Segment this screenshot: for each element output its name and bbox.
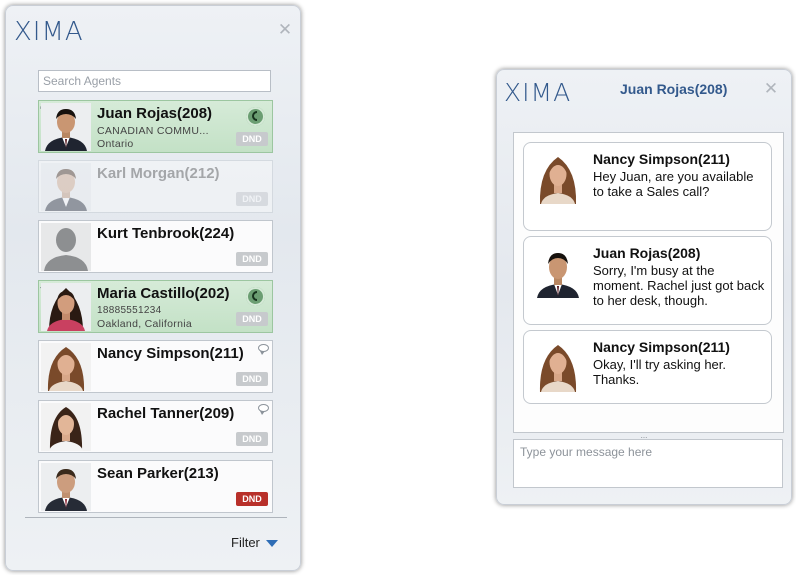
chat-icon[interactable] xyxy=(258,404,269,415)
agent-card-rachel-tanner[interactable]: Rachel Tanner(209) DND xyxy=(38,400,273,453)
agent-name: Sean Parker(213) xyxy=(97,465,219,482)
chat-icon[interactable] xyxy=(258,344,269,355)
agent-name: Maria Castillo(202) xyxy=(97,285,230,302)
dnd-button[interactable]: DND xyxy=(236,252,268,266)
dnd-button[interactable]: DND xyxy=(236,432,268,446)
phone-icon[interactable] xyxy=(246,107,265,126)
agent-detail: CANADIAN COMMU... xyxy=(97,125,209,137)
avatar xyxy=(41,163,91,211)
avatar xyxy=(41,283,91,331)
avatar xyxy=(534,340,582,392)
agent-card-karl-morgan[interactable]: Karl Morgan(212) DND xyxy=(38,160,273,213)
avatar xyxy=(41,463,91,511)
agent-name: Rachel Tanner(209) xyxy=(97,405,235,422)
dnd-button[interactable]: DND xyxy=(236,492,268,506)
message-sender: Juan Rojas(208) xyxy=(593,245,701,261)
agent-name: Nancy Simpson(211) xyxy=(97,345,244,362)
message-input-field[interactable] xyxy=(513,439,783,488)
avatar xyxy=(41,103,91,151)
xima-logo: XIMA xyxy=(14,17,84,47)
avatar xyxy=(41,343,91,391)
phone-icon[interactable] xyxy=(246,287,265,306)
search-agents-field[interactable] xyxy=(38,70,271,92)
agent-name: Kurt Tenbrook(224) xyxy=(97,225,235,242)
message-text: Sorry, I'm busy at the moment. Rachel ju… xyxy=(593,263,765,308)
chat-message: Nancy Simpson(211) Okay, I'll try asking… xyxy=(523,330,772,404)
agents-panel: XIMA ✕ ➡ Juan Rojas(208) CANADIAN COMMU.… xyxy=(5,5,301,571)
chat-message: Juan Rojas(208) Sorry, I'm busy at the m… xyxy=(523,236,772,325)
agent-card-sean-parker[interactable]: Sean Parker(213) DND xyxy=(38,460,273,513)
chat-history[interactable]: Nancy Simpson(211) Hey Juan, are you ava… xyxy=(513,132,784,433)
chat-title: Juan Rojas(208) xyxy=(620,81,728,97)
avatar xyxy=(534,246,582,298)
dnd-button[interactable]: DND xyxy=(236,372,268,386)
message-input[interactable] xyxy=(514,440,782,487)
agent-location: Ontario xyxy=(97,138,134,150)
agent-location: Oakland, California xyxy=(97,318,192,330)
agent-name: Juan Rojas(208) xyxy=(97,105,213,122)
message-text: Okay, I'll try asking her. Thanks. xyxy=(593,357,727,387)
agent-card-kurt-tenbrook[interactable]: Kurt Tenbrook(224) DND xyxy=(38,220,273,273)
message-sender: Nancy Simpson(211) xyxy=(593,151,730,167)
agent-card-maria-castillo[interactable]: ⬅ Maria Castillo(202) 18885551234 Oaklan… xyxy=(38,280,273,333)
agent-card-juan-rojas[interactable]: ➡ Juan Rojas(208) CANADIAN COMMU... Onta… xyxy=(38,100,273,153)
search-agents-input[interactable] xyxy=(39,71,270,91)
agent-name: Karl Morgan(212) xyxy=(97,165,220,182)
dnd-button[interactable]: DND xyxy=(236,132,268,146)
avatar-placeholder xyxy=(41,223,91,271)
dnd-button[interactable]: DND xyxy=(236,312,268,326)
agent-phone-number: 18885551234 xyxy=(97,305,162,316)
dnd-button[interactable]: DND xyxy=(236,192,268,206)
chevron-down-icon xyxy=(265,540,278,548)
divider xyxy=(25,517,287,518)
chat-panel: XIMA Juan Rojas(208) ✕ Nancy Simpson(211… xyxy=(496,69,792,505)
close-icon[interactable]: ✕ xyxy=(763,81,779,98)
close-icon[interactable]: ✕ xyxy=(277,22,293,39)
avatar xyxy=(41,403,91,451)
avatar xyxy=(534,152,582,204)
filter-label: Filter xyxy=(231,535,260,550)
filter-button[interactable]: Filter xyxy=(231,535,278,550)
chat-message: Nancy Simpson(211) Hey Juan, are you ava… xyxy=(523,142,772,231)
message-text: Hey Juan, are you available to take a Sa… xyxy=(593,169,754,199)
agent-card-nancy-simpson[interactable]: Nancy Simpson(211) DND xyxy=(38,340,273,393)
xima-logo: XIMA xyxy=(504,78,572,107)
message-sender: Nancy Simpson(211) xyxy=(593,339,730,355)
